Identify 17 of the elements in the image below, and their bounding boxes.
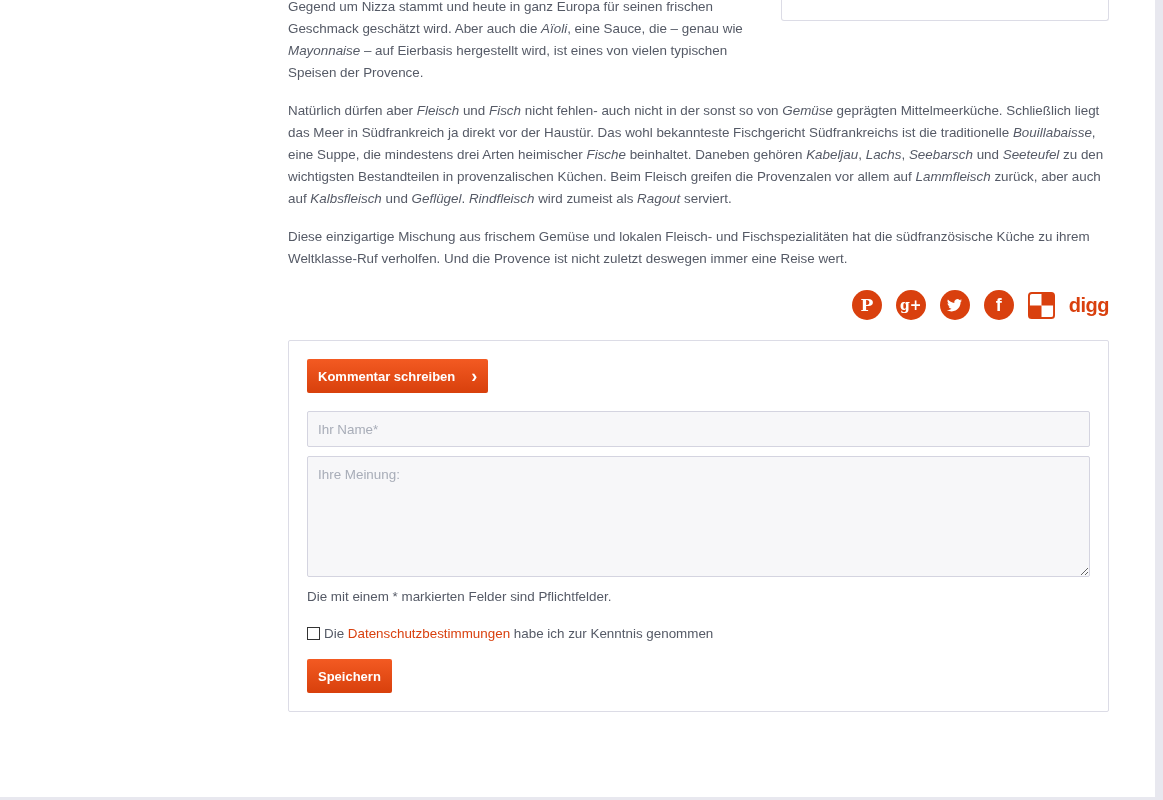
facebook-icon[interactable]: f <box>983 290 1014 320</box>
article-paragraph: Gegend um Nizza stammt und heute in ganz Europa für seinen frischen Geschmack geschätzt wird. Aber auch die Aïoli, eine Sauce, die – genau wie Mayonnaise – auf Eierbasis hergestellt wird, ist eines von vielen typischen Speisen der Provence. <box>288 0 744 82</box>
name-field[interactable]: Ihr Name* <box>307 411 1090 447</box>
privacy-consent-text: Die Datenschutzbestimmungen habe ich zur Kenntnis genommen <box>324 626 714 641</box>
article-paragraph: Natürlich dürfen aber Fleisch und Fisch nicht fehlen- auch nicht in der sonst so von Gemüse geprägten Mittelmeerküche. Schließlich liegt das Meer in Südfrankreich ja direkt vor der Haustür. Das wohl bekannteste Fischgericht Südfrankreichs ist die traditionelle Bouillabaisse, eine Suppe, die mindestens drei Arten heimischer Fische beinhaltet. Daneben gehören Kabeljau, Lachs, Seebarsch und Seeteufel zu den wichtigsten Bestandteilen in provenzalischen Küchen. Beim Fleisch greifen die Provenzalen vor allem auf Lammfleisch zurück, aber auch auf Kalbsfleisch und Geflügel. Rindfleisch wird zumeist als Ragout serviert. <box>288 102 1105 208</box>
delicious-icon[interactable] <box>1027 291 1055 319</box>
save-button[interactable]: Speichern <box>307 659 392 693</box>
article-paragraph: Diese einzigartige Mischung aus frischem Gemüse und lokalen Fleisch- und Fischspezialitäten hat die südfranzösische Küche zu ihrem Weltklasse-Ruf verholfen. Und die Provence ist nicht zuletzt deswegen immer eine Reise wert. <box>288 228 1091 268</box>
google-plus-icon[interactable]: g+ <box>895 290 926 320</box>
required-note: Die mit einem * markierten Felder sind Pflichtfelder. <box>307 589 612 604</box>
digg-logo[interactable]: digg <box>1068 293 1109 317</box>
twitter-icon[interactable] <box>939 290 970 320</box>
opinion-field[interactable]: Ihre Meinung: <box>307 456 1090 577</box>
write-comment-button[interactable]: Kommentar schreiben › <box>307 359 489 393</box>
checkbox[interactable] <box>307 627 320 640</box>
privacy-link[interactable]: Datenschutzbestimmungen <box>347 626 511 641</box>
pinterest-icon[interactable]: P <box>851 290 882 320</box>
